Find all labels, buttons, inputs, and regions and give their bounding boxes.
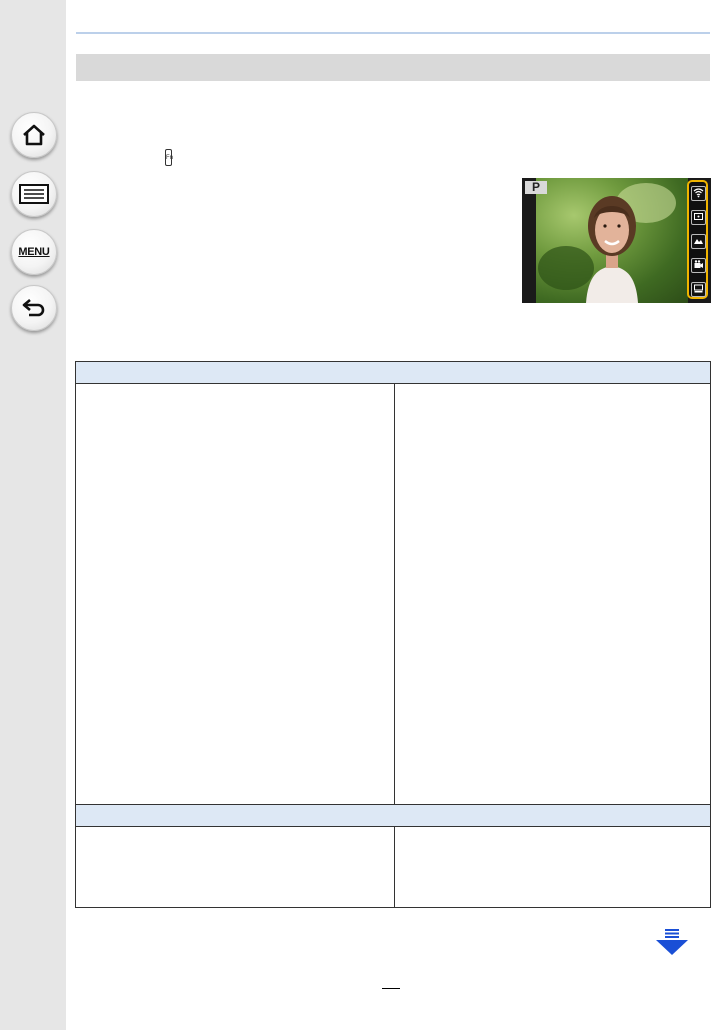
af-icon[interactable] [691,210,706,225]
table-cell-right [394,383,711,805]
movie-icon[interactable] [691,258,706,273]
menu-button[interactable]: MENU [11,229,57,275]
settings-table [75,361,711,908]
table-cell-left [75,826,395,908]
back-button[interactable] [11,285,57,331]
portrait-photo [536,178,688,303]
table-header-cell [75,361,711,384]
list-icon [19,184,49,204]
table-row [75,826,711,908]
wifi-icon[interactable] [691,186,706,201]
table-row [75,383,711,805]
page-number [382,988,400,1003]
table-cell-right [394,826,711,908]
home-icon [23,124,45,146]
next-page-arrow-icon [656,929,688,955]
fn-button-icon: Fn [165,149,173,166]
table-header-row [75,361,711,384]
back-arrow-icon [22,299,45,317]
menu-label: MENU [18,246,50,258]
contents-button[interactable] [11,171,57,217]
home-button[interactable] [11,112,57,158]
table-header-row [75,804,711,827]
scene-icon[interactable] [691,234,706,249]
next-page-button[interactable] [655,928,689,956]
display-icon[interactable] [691,282,706,297]
touch-tab-panel[interactable] [687,180,708,299]
recording-mode-label: P [525,181,547,194]
navigation-sidebar: MENU [0,0,66,1030]
section-title-bar [76,54,710,81]
camera-screen-preview: P [522,178,711,303]
table-header-cell [75,804,711,827]
header-rule [76,32,710,34]
table-cell-left [75,383,395,805]
